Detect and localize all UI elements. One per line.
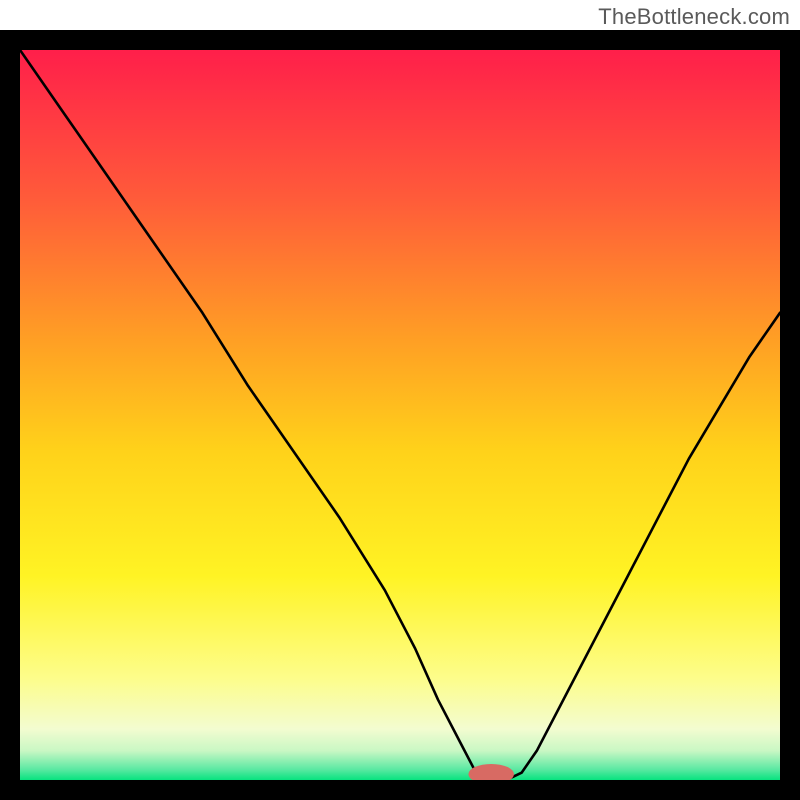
chart-background-gradient xyxy=(20,50,780,780)
watermark-text: TheBottleneck.com xyxy=(598,4,790,30)
plot-frame-border xyxy=(0,30,800,800)
bottleneck-curve-chart xyxy=(20,50,780,780)
plot-area xyxy=(20,50,780,780)
